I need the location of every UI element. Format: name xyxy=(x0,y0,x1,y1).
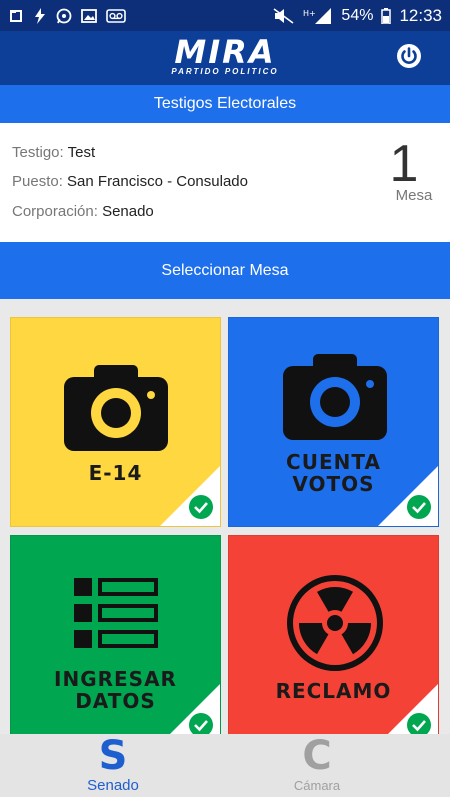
nav-senado-label: Senado xyxy=(87,777,139,794)
camera-icon xyxy=(283,354,387,440)
tile-reclamo[interactable]: RECLAMO xyxy=(228,535,439,745)
notification-icon xyxy=(10,9,22,22)
battery-icon xyxy=(381,7,392,24)
tile-cuenta-votos[interactable]: CUENTA VOTOS xyxy=(228,317,439,527)
status-icons-right: H+ 54% 12:33 xyxy=(273,6,442,26)
nav-camara-label: Cámara xyxy=(293,778,341,793)
nav-senado-letter: S xyxy=(98,733,128,779)
mesa-number: 1 xyxy=(389,135,419,193)
image-icon xyxy=(81,8,97,23)
logo-title: MIRA xyxy=(174,33,276,71)
testigo-row: Testigo: Test xyxy=(12,144,95,161)
camera-icon xyxy=(64,365,168,451)
hplus-signal-icon: H+ xyxy=(303,7,332,24)
puesto-row: Puesto: San Francisco - Consulado xyxy=(12,173,248,190)
corporacion-row: Corporación: Senado xyxy=(12,203,154,220)
bottom-nav: S Senado C Cámara xyxy=(0,734,450,797)
info-card: Testigo: Test Puesto: San Francisco - Co… xyxy=(0,123,450,242)
battery-percent: 54% xyxy=(341,6,374,24)
status-icons-left xyxy=(8,7,126,24)
flash-icon xyxy=(35,7,45,24)
radiation-icon xyxy=(287,575,383,671)
clock: 12:33 xyxy=(399,5,442,25)
nav-camara[interactable]: C Cámara xyxy=(222,734,412,797)
testigo-label: Testigo: xyxy=(12,144,64,161)
app-header: MIRA PARTIDO POLITICO xyxy=(0,31,450,85)
check-icon xyxy=(407,495,431,519)
whatsapp-icon xyxy=(56,8,72,23)
mira-logo: MIRA PARTIDO POLITICO xyxy=(165,35,285,76)
tile-e14[interactable]: E-14 xyxy=(10,317,221,527)
puesto-value: San Francisco - Consulado xyxy=(67,173,248,190)
corporacion-value: Senado xyxy=(102,203,154,220)
check-icon xyxy=(189,495,213,519)
select-mesa-button[interactable]: Seleccionar Mesa xyxy=(0,242,450,299)
voicemail-icon xyxy=(106,8,126,23)
testigo-value: Test xyxy=(67,144,96,161)
status-bar: H+ 54% 12:33 xyxy=(0,0,450,31)
section-title: Testigos Electorales xyxy=(0,85,450,123)
power-icon[interactable] xyxy=(396,43,422,69)
mesa-label: Mesa xyxy=(395,187,433,204)
corporacion-label: Corporación: xyxy=(12,203,98,220)
mute-icon xyxy=(273,7,294,24)
puesto-label: Puesto: xyxy=(12,173,63,190)
nav-senado[interactable]: S Senado xyxy=(18,734,208,797)
list-icon xyxy=(74,578,158,648)
nav-camara-letter: C xyxy=(302,733,332,779)
logo-subtitle: PARTIDO POLITICO xyxy=(171,67,279,76)
tile-ingresar-datos[interactable]: INGRESAR DATOS xyxy=(10,535,221,745)
svg-text:H+: H+ xyxy=(303,9,316,18)
